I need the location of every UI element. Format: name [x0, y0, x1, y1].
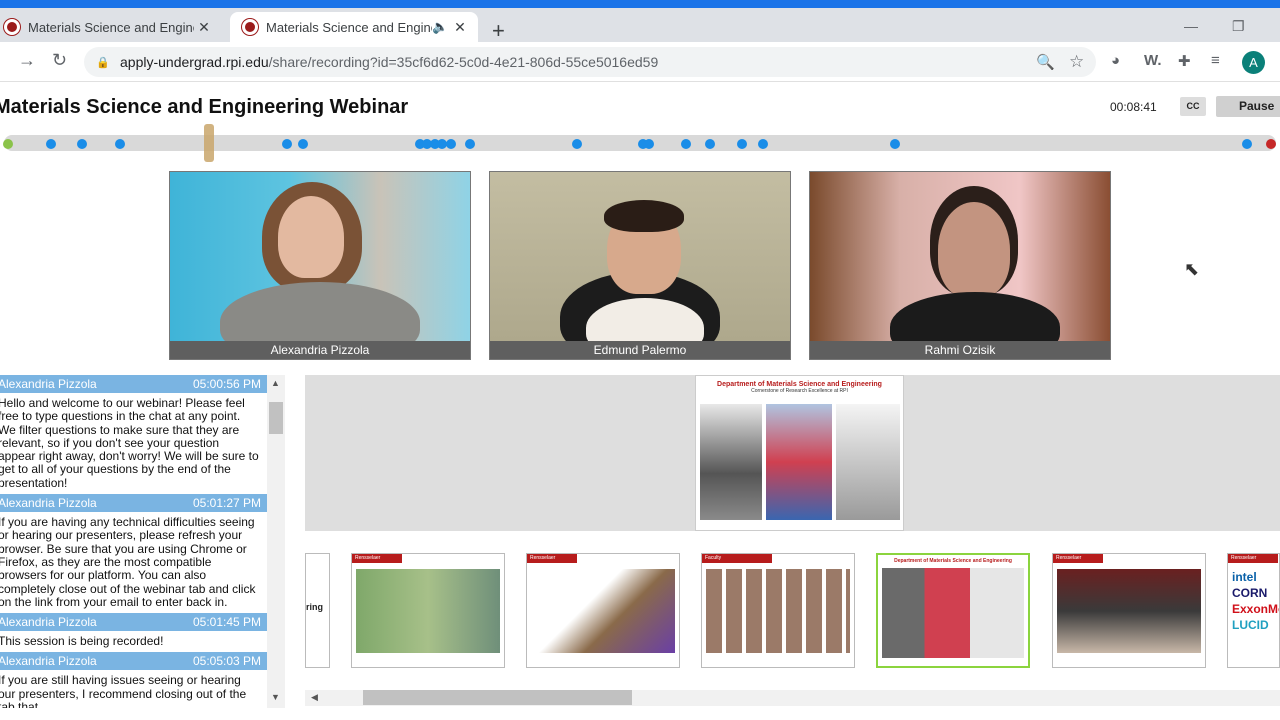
- new-tab-icon[interactable]: +: [492, 18, 505, 44]
- slide-thumbnail[interactable]: Rensselaer: [526, 553, 680, 668]
- forward-icon[interactable]: →: [18, 50, 36, 71]
- slide-thumbnail[interactable]: Rensselaer: [1052, 553, 1206, 668]
- chat-message-header: Alexandria Pizzola 05:05:03 PM: [0, 652, 285, 671]
- timeline-marker[interactable]: [644, 139, 654, 149]
- video-tile-3: Rahmi Ozisik: [809, 171, 1111, 360]
- video-tile-2: Edmund Palermo: [489, 171, 791, 360]
- chat-message-text: This session is being recorded!: [0, 634, 164, 649]
- scroll-down-icon[interactable]: ▼: [271, 692, 280, 702]
- slide-image: [766, 404, 832, 520]
- slide-thumbnail[interactable]: Rensselaer intelCORNExxonMoLUCID: [1227, 553, 1280, 668]
- window-top-strip: [0, 0, 1280, 8]
- scroll-up-icon[interactable]: ▲: [271, 378, 280, 388]
- address-bar[interactable]: 🔒 apply-undergrad.rpi.edu/share/recordin…: [84, 47, 1096, 77]
- close-icon[interactable]: ✕: [194, 19, 214, 36]
- participant-name: Alexandria Pizzola: [170, 341, 470, 359]
- timeline-marker[interactable]: [465, 139, 475, 149]
- rpi-favicon-icon: [242, 19, 258, 35]
- slide-title: Department of Materials Science and Engi…: [717, 381, 882, 388]
- timeline-marker[interactable]: [77, 139, 87, 149]
- puzzle-icon[interactable]: ✚: [1178, 52, 1191, 70]
- chat-message-text: Hello and welcome to our webinar! Please…: [0, 396, 259, 490]
- timeline-marker[interactable]: [446, 139, 456, 149]
- profile-avatar[interactable]: A: [1242, 51, 1265, 74]
- current-slide: Department of Materials Science and Engi…: [695, 375, 904, 531]
- video-tile-1: Alexandria Pizzola: [169, 171, 471, 360]
- zoom-icon[interactable]: 🔍: [1036, 53, 1055, 71]
- playhead-scrubber[interactable]: [204, 124, 214, 162]
- chat-message-header: Alexandria Pizzola 05:01:45 PM: [0, 613, 285, 632]
- participant-name: Edmund Palermo: [490, 341, 790, 359]
- timeline-marker[interactable]: [298, 139, 308, 149]
- tab-active[interactable]: Materials Science and Engine 🔈 ✕: [230, 12, 478, 42]
- timeline-marker[interactable]: [681, 139, 691, 149]
- timeline-end-marker[interactable]: [1266, 139, 1276, 149]
- slide-thumbnail[interactable]: Faculty: [701, 553, 855, 668]
- playback-timer: 00:08:41: [1110, 100, 1157, 114]
- page-title: Materials Science and Engineering Webina…: [0, 96, 409, 118]
- video-frame: [810, 172, 1110, 359]
- tab-title: Materials Science and Engineerin: [28, 19, 194, 35]
- thumbnail-scrollbar-thumb[interactable]: [363, 690, 632, 705]
- tab-title: Materials Science and Engine: [266, 19, 432, 35]
- star-icon[interactable]: ☆: [1069, 52, 1084, 72]
- rpi-favicon-icon: [4, 19, 20, 35]
- media-icon[interactable]: ≡: [1211, 52, 1220, 69]
- mouse-cursor-icon: ⬉: [1184, 259, 1200, 279]
- browser-toolbar: → ↻ 🔒 apply-undergrad.rpi.edu/share/reco…: [0, 42, 1280, 82]
- url-text[interactable]: apply-undergrad.rpi.edu/share/recording?…: [120, 54, 658, 70]
- timeline-marker[interactable]: [115, 139, 125, 149]
- slide-image: [836, 404, 900, 520]
- timeline-marker[interactable]: [890, 139, 900, 149]
- close-icon[interactable]: ✕: [450, 19, 470, 36]
- timeline-marker[interactable]: [572, 139, 582, 149]
- slide-thumbnail[interactable]: Rensselaer: [351, 553, 505, 668]
- timeline-marker[interactable]: [282, 139, 292, 149]
- reload-icon[interactable]: ↻: [52, 50, 67, 71]
- minimize-icon[interactable]: —: [1184, 18, 1198, 34]
- timeline-start-marker[interactable]: [3, 139, 13, 149]
- timeline-marker[interactable]: [758, 139, 768, 149]
- slide-image: [700, 404, 762, 520]
- chat-message-header: Alexandria Pizzola 05:00:56 PM: [0, 375, 285, 393]
- video-frame: [490, 172, 790, 359]
- scroll-left-icon[interactable]: ◀: [311, 692, 318, 703]
- chat-scrollbar-thumb[interactable]: [269, 402, 283, 434]
- slide-thumbnail[interactable]: ring: [305, 553, 330, 668]
- w-extension-icon[interactable]: W.: [1144, 52, 1162, 69]
- chat-message-text: If you are still having issues seeing or…: [0, 673, 247, 708]
- timeline-marker[interactable]: [737, 139, 747, 149]
- chat-message-header: Alexandria Pizzola 05:01:27 PM: [0, 494, 285, 513]
- chat-panel[interactable]: Alexandria Pizzola 05:00:56 PM Hello and …: [0, 375, 285, 708]
- lock-icon: 🔒: [96, 57, 110, 69]
- extension-icon[interactable]: ◕: [1111, 52, 1120, 69]
- timeline-marker[interactable]: [46, 139, 56, 149]
- tab-inactive[interactable]: Materials Science and Engineerin ✕: [0, 12, 222, 42]
- restore-icon[interactable]: ❐: [1232, 18, 1245, 35]
- participant-name: Rahmi Ozisik: [810, 341, 1110, 359]
- timeline-marker[interactable]: [1242, 139, 1252, 149]
- timeline-marker[interactable]: [705, 139, 715, 149]
- tab-bar: Materials Science and Engineerin ✕ Mater…: [0, 8, 1280, 44]
- video-frame: [170, 172, 470, 359]
- captions-button[interactable]: CC: [1180, 97, 1206, 116]
- speaker-icon[interactable]: 🔈: [432, 19, 450, 35]
- slide-thumbnail-current[interactable]: Department of Materials Science and Engi…: [876, 553, 1030, 668]
- chat-message-text: If you are having any technical difficul…: [0, 515, 256, 609]
- slide-subtitle: Cornerstone of Research Excellence at RP…: [751, 388, 848, 394]
- pause-button[interactable]: Pause: [1216, 96, 1280, 117]
